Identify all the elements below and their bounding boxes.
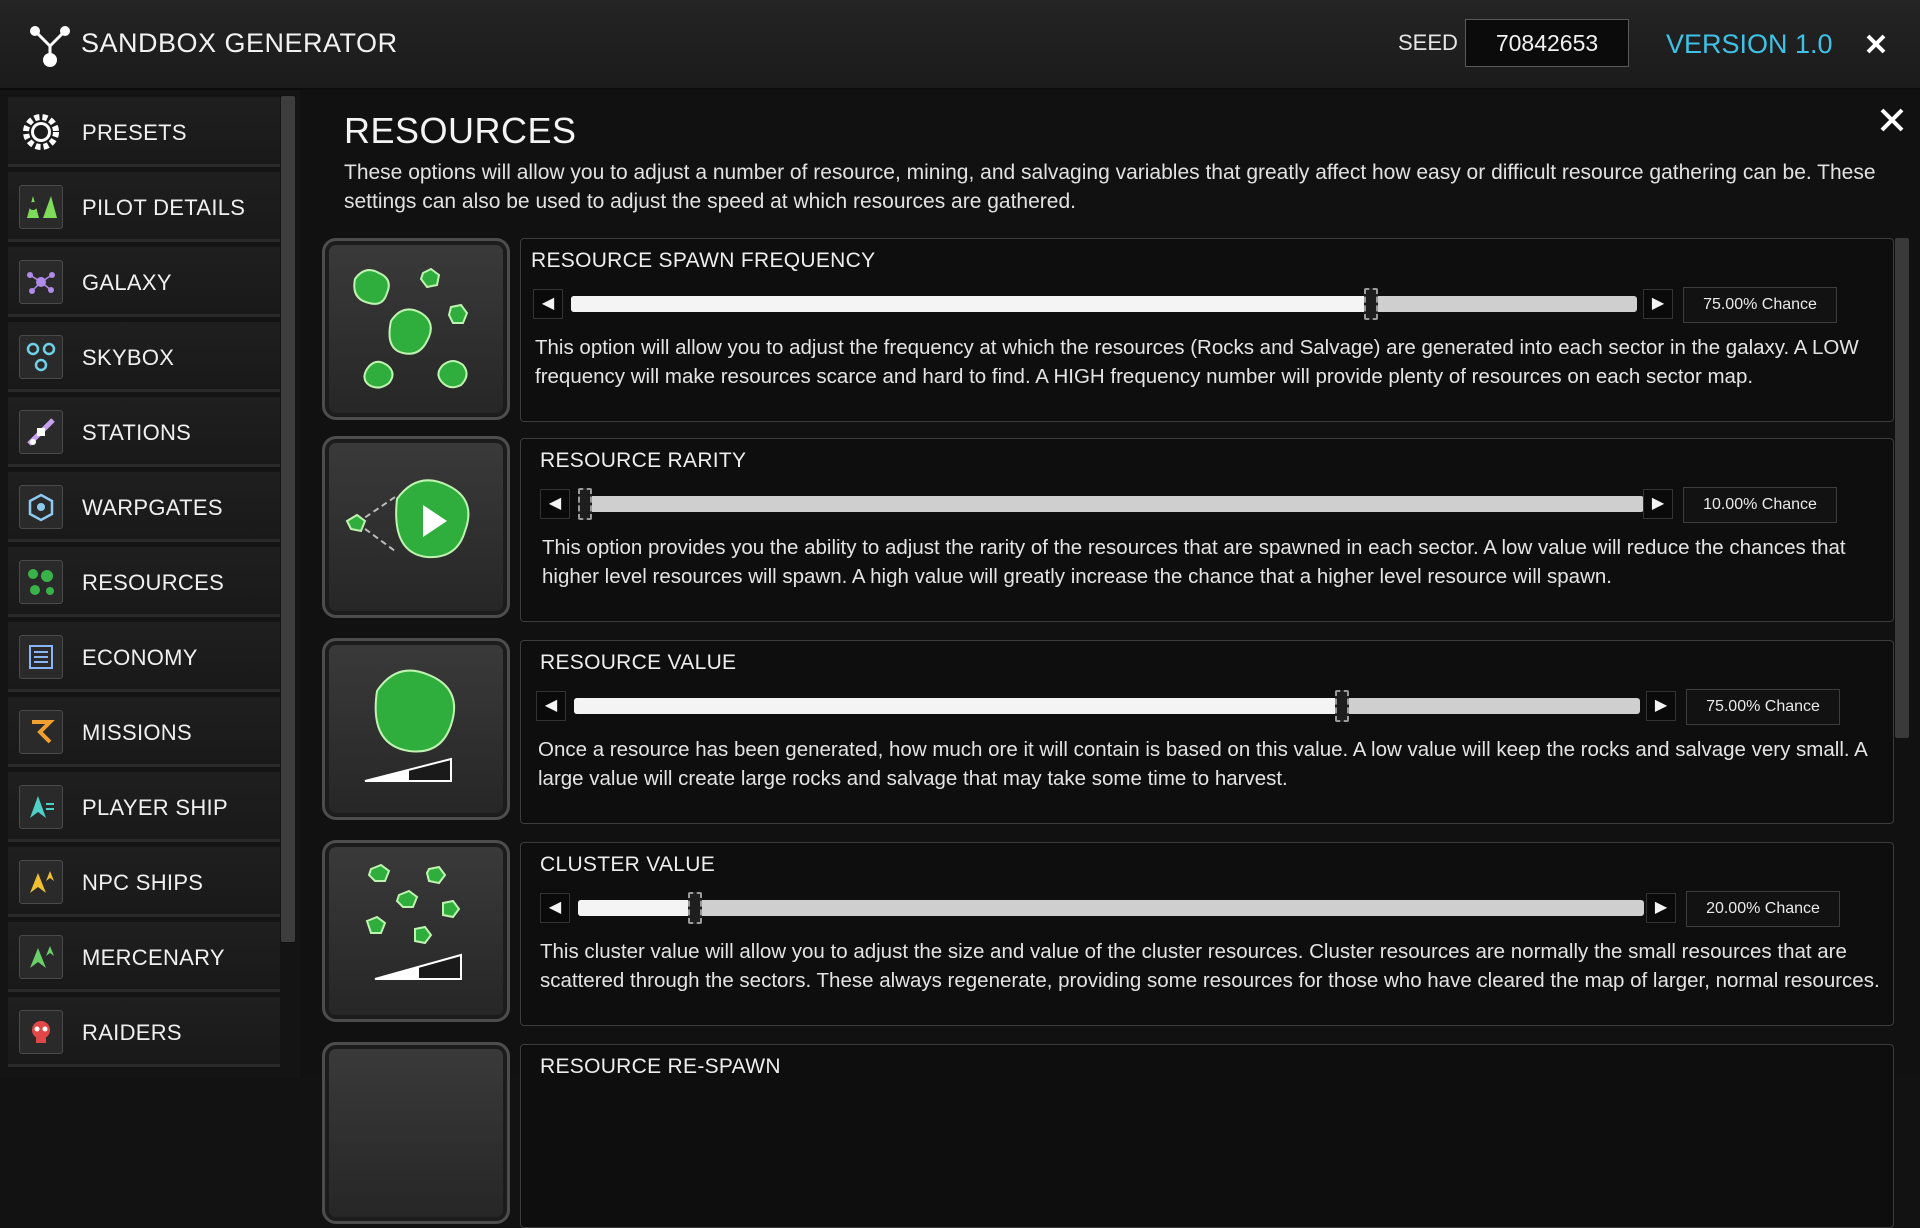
gear-icon [19, 110, 63, 154]
seed-input[interactable]: 70842653 [1465, 19, 1629, 67]
sandbox-logo-icon [30, 26, 70, 67]
close-icon[interactable] [1856, 26, 1896, 62]
value-display: 75.00% Chance [1683, 287, 1837, 323]
setting-card-resource-re-spawn: RESOURCE RE-SPAWN [520, 1044, 1894, 1228]
sidebar-item-warpgates[interactable]: WARPGATES [8, 472, 280, 542]
slider-track[interactable] [578, 496, 1644, 512]
slider-fill [574, 698, 1342, 714]
setting-description: This option provides you the ability to … [542, 536, 1846, 588]
resource-respawn-icon [322, 1042, 510, 1224]
setting-title: RESOURCE RARITY [540, 449, 747, 472]
slider-thumb[interactable] [688, 892, 703, 924]
setting-title: CLUSTER VALUE [540, 853, 716, 876]
slider-fill [571, 296, 1371, 312]
decrease-button[interactable]: ◀ [540, 489, 570, 519]
slider-track[interactable] [571, 296, 1637, 312]
setting-card-resource-value: RESOURCE VALUE ◀ ▶ 75.00% Chance Once a … [520, 640, 1894, 824]
main-scrollbar[interactable] [1895, 238, 1909, 738]
station-icon [19, 410, 63, 454]
resources-icon [19, 560, 63, 604]
seed-label: SEED [1398, 30, 1458, 55]
sidebar-item-missions[interactable]: MISSIONS [8, 697, 280, 767]
resource-value-slider[interactable]: ◀ ▶ 75.00% Chance [536, 687, 1884, 725]
sidebar-item-pilot-details[interactable]: PILOT DETAILS [8, 172, 280, 242]
mercenary-icon [19, 935, 63, 979]
sidebar-item-label: WARPGATES [82, 495, 223, 520]
sidebar-item-label: PRESETS [82, 120, 187, 145]
value-display: 20.00% Chance [1686, 891, 1840, 927]
sidebar-item-galaxy[interactable]: GALAXY [8, 247, 280, 317]
setting-description: This option will allow you to adjust the… [535, 336, 1859, 388]
warpgate-icon [19, 485, 63, 529]
sidebar-item-economy[interactable]: ECONOMY [8, 622, 280, 692]
skybox-icon [19, 335, 63, 379]
setting-card-resource-rarity: RESOURCE RARITY ◀ ▶ 10.00% Chance This o… [520, 438, 1894, 622]
sidebar-item-presets[interactable]: PRESETS [8, 97, 280, 167]
galaxy-icon [19, 260, 63, 304]
page-title: RESOURCES [344, 110, 577, 151]
sidebar-item-mercenary[interactable]: MERCENARY [8, 922, 280, 992]
sidebar-item-label: GALAXY [82, 270, 172, 295]
player-ship-icon [19, 785, 63, 829]
slider-thumb[interactable] [1363, 288, 1378, 320]
resource-spawn-frequency-slider[interactable]: ◀ ▶ 75.00% Chance [533, 285, 1881, 323]
sidebar-scrollbar[interactable] [281, 96, 295, 942]
decrease-button[interactable]: ◀ [533, 289, 563, 319]
sidebar-item-label: ECONOMY [82, 645, 198, 670]
sidebar-item-label: MISSIONS [82, 720, 192, 745]
setting-title: RESOURCE RE-SPAWN [540, 1055, 781, 1078]
sidebar-item-label: PILOT DETAILS [82, 195, 246, 220]
sidebar-item-label: SKYBOX [82, 345, 175, 370]
setting-description: This cluster value will allow you to adj… [540, 940, 1880, 992]
resource-value-icon [322, 638, 510, 820]
sidebar-item-stations[interactable]: STATIONS [8, 397, 280, 467]
close-icon[interactable] [1876, 104, 1908, 136]
setting-card-cluster-value: CLUSTER VALUE ◀ ▶ 20.00% Chance This clu… [520, 842, 1894, 1026]
increase-button[interactable]: ▶ [1643, 289, 1673, 319]
top-bar: SANDBOX GENERATOR SEED 70842653 VERSION … [0, 0, 1920, 90]
decrease-button[interactable]: ◀ [536, 691, 566, 721]
cluster-value-icon [322, 840, 510, 1022]
missions-icon [19, 710, 63, 754]
resource-rarity-slider[interactable]: ◀ ▶ 10.00% Chance [540, 485, 1888, 523]
sidebar-item-skybox[interactable]: SKYBOX [8, 322, 280, 392]
economy-icon [19, 635, 63, 679]
setting-title: RESOURCE VALUE [540, 651, 737, 674]
sidebar-item-label: MERCENARY [82, 945, 225, 970]
sidebar-item-label: RESOURCES [82, 570, 225, 595]
sidebar-item-label: RAIDERS [82, 1020, 182, 1045]
pilot-icon [19, 185, 63, 229]
sidebar-item-raiders[interactable]: RAIDERS [8, 997, 280, 1067]
value-display: 10.00% Chance [1683, 487, 1837, 523]
setting-description: Once a resource has been generated, how … [538, 738, 1867, 790]
resource-rarity-icon [322, 436, 510, 618]
sidebar-item-resources[interactable]: RESOURCES [8, 547, 280, 617]
page-description: These options will allow you to adjust a… [344, 161, 1876, 213]
raiders-icon [19, 1010, 63, 1054]
sidebar-item-player-ship[interactable]: PLAYER SHIP [8, 772, 280, 842]
cluster-value-slider[interactable]: ◀ ▶ 20.00% Chance [540, 889, 1888, 927]
setting-card-resource-spawn-frequency: RESOURCE SPAWN FREQUENCY ◀ ▶ 75.00% Chan… [520, 238, 1894, 422]
increase-button[interactable]: ▶ [1643, 489, 1673, 519]
slider-thumb[interactable] [578, 488, 592, 520]
app-title: SANDBOX GENERATOR [81, 28, 398, 58]
decrease-button[interactable]: ◀ [540, 893, 570, 923]
increase-button[interactable]: ▶ [1646, 893, 1676, 923]
setting-title: RESOURCE SPAWN FREQUENCY [531, 249, 876, 272]
slider-track[interactable] [578, 900, 1644, 916]
slider-thumb[interactable] [1334, 690, 1349, 722]
slider-fill [578, 900, 696, 916]
slider-track[interactable] [574, 698, 1640, 714]
increase-button[interactable]: ▶ [1646, 691, 1676, 721]
sidebar-item-label: NPC SHIPS [82, 870, 204, 895]
value-display: 75.00% Chance [1686, 689, 1840, 725]
sidebar-item-label: STATIONS [82, 420, 192, 445]
resource-cluster-icon [322, 238, 510, 420]
sidebar-item-npc-ships[interactable]: NPC SHIPS [8, 847, 280, 917]
npc-ships-icon [19, 860, 63, 904]
sidebar-item-label: PLAYER SHIP [82, 795, 228, 820]
version-label: VERSION 1.0 [1666, 29, 1833, 59]
